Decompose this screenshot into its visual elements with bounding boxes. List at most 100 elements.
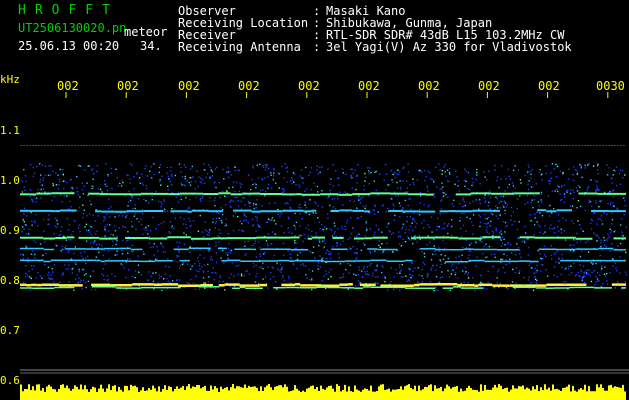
noise-speck	[43, 218, 45, 221]
noise-speck	[468, 189, 471, 191]
noise-speck	[271, 266, 273, 269]
noise-speck	[557, 190, 559, 193]
noise-speck	[558, 220, 560, 222]
noise-speck	[39, 178, 42, 181]
noise-speck	[488, 245, 491, 248]
noise-speck	[128, 269, 130, 271]
noise-speck	[368, 274, 370, 276]
noise-speck	[260, 189, 262, 192]
noise-speck	[393, 204, 395, 207]
noise-speck	[500, 239, 502, 241]
noise-speck	[279, 263, 282, 265]
noise-speck	[446, 145, 448, 146]
noise-speck	[311, 277, 313, 279]
noise-speck	[262, 278, 264, 280]
noise-speck	[58, 178, 61, 180]
noise-speck	[607, 202, 609, 205]
noise-speck	[307, 224, 309, 226]
noise-speck	[254, 281, 257, 283]
noise-speck	[104, 235, 106, 237]
noise-speck	[500, 165, 503, 167]
power-bar-column	[234, 388, 236, 400]
noise-speck	[538, 171, 541, 173]
power-bar-column	[312, 385, 314, 400]
noise-speck	[132, 208, 134, 210]
noise-speck	[517, 169, 520, 171]
noise-speck	[398, 231, 400, 233]
noise-speck	[134, 270, 137, 272]
noise-speck	[205, 176, 207, 179]
noise-speck	[172, 212, 174, 214]
noise-speck	[323, 275, 325, 277]
power-bar-column	[80, 384, 82, 400]
noise-speck	[188, 282, 191, 285]
noise-speck	[178, 241, 181, 244]
noise-speck	[431, 178, 433, 181]
noise-speck	[248, 174, 250, 176]
noise-speck	[109, 224, 111, 226]
noise-speck	[225, 223, 227, 225]
noise-speck	[140, 145, 142, 146]
noise-speck	[87, 280, 89, 283]
noise-speck	[386, 226, 388, 228]
noise-speck	[332, 245, 334, 248]
power-bar-column	[384, 390, 386, 400]
power-bar-column	[332, 388, 334, 400]
power-bar-column	[206, 390, 208, 400]
noise-speck	[145, 165, 147, 167]
noise-speck	[519, 195, 521, 197]
power-bar-column	[426, 387, 428, 400]
noise-speck	[604, 275, 607, 277]
noise-speck	[593, 212, 595, 214]
noise-speck	[173, 227, 175, 230]
noise-speck	[95, 233, 97, 235]
noise-speck	[362, 205, 365, 208]
noise-speck	[310, 189, 312, 191]
noise-speck	[127, 252, 129, 254]
noise-speck	[211, 259, 213, 261]
noise-speck	[596, 189, 598, 191]
noise-speck	[199, 254, 201, 256]
noise-speck	[527, 145, 529, 146]
noise-speck	[541, 264, 544, 266]
power-bar-column	[104, 391, 106, 400]
noise-speck	[609, 228, 611, 230]
noise-speck	[273, 169, 275, 171]
noise-speck	[335, 145, 337, 146]
noise-speck	[419, 145, 421, 146]
noise-speck	[461, 205, 464, 208]
noise-speck	[111, 273, 113, 275]
noise-speck	[224, 225, 226, 227]
noise-speck	[474, 289, 476, 292]
noise-speck	[209, 145, 211, 146]
noise-speck	[600, 241, 602, 244]
noise-speck	[421, 171, 423, 173]
noise-speck	[29, 189, 32, 191]
power-bar-column	[602, 388, 604, 400]
noise-speck	[423, 219, 425, 222]
noise-speck	[361, 270, 363, 272]
noise-speck	[602, 145, 604, 146]
power-bar-column	[86, 389, 88, 400]
noise-speck	[190, 168, 192, 170]
noise-speck	[274, 202, 276, 204]
noise-speck	[309, 199, 311, 201]
noise-speck	[355, 285, 357, 287]
noise-speck	[345, 173, 347, 175]
noise-speck	[457, 277, 459, 279]
noise-speck	[327, 168, 329, 170]
noise-speck	[486, 256, 489, 258]
noise-speck	[183, 164, 186, 166]
power-bar-column	[518, 386, 520, 400]
noise-speck	[545, 165, 547, 167]
noise-speck	[622, 177, 624, 179]
noise-speck	[404, 232, 406, 234]
power-bar-column	[440, 386, 442, 400]
noise-speck	[171, 225, 173, 227]
noise-speck	[502, 221, 504, 223]
power-bar-column	[224, 387, 226, 400]
noise-speck	[160, 206, 162, 208]
noise-speck	[567, 178, 570, 180]
noise-speck	[321, 166, 323, 168]
noise-speck	[107, 230, 110, 232]
